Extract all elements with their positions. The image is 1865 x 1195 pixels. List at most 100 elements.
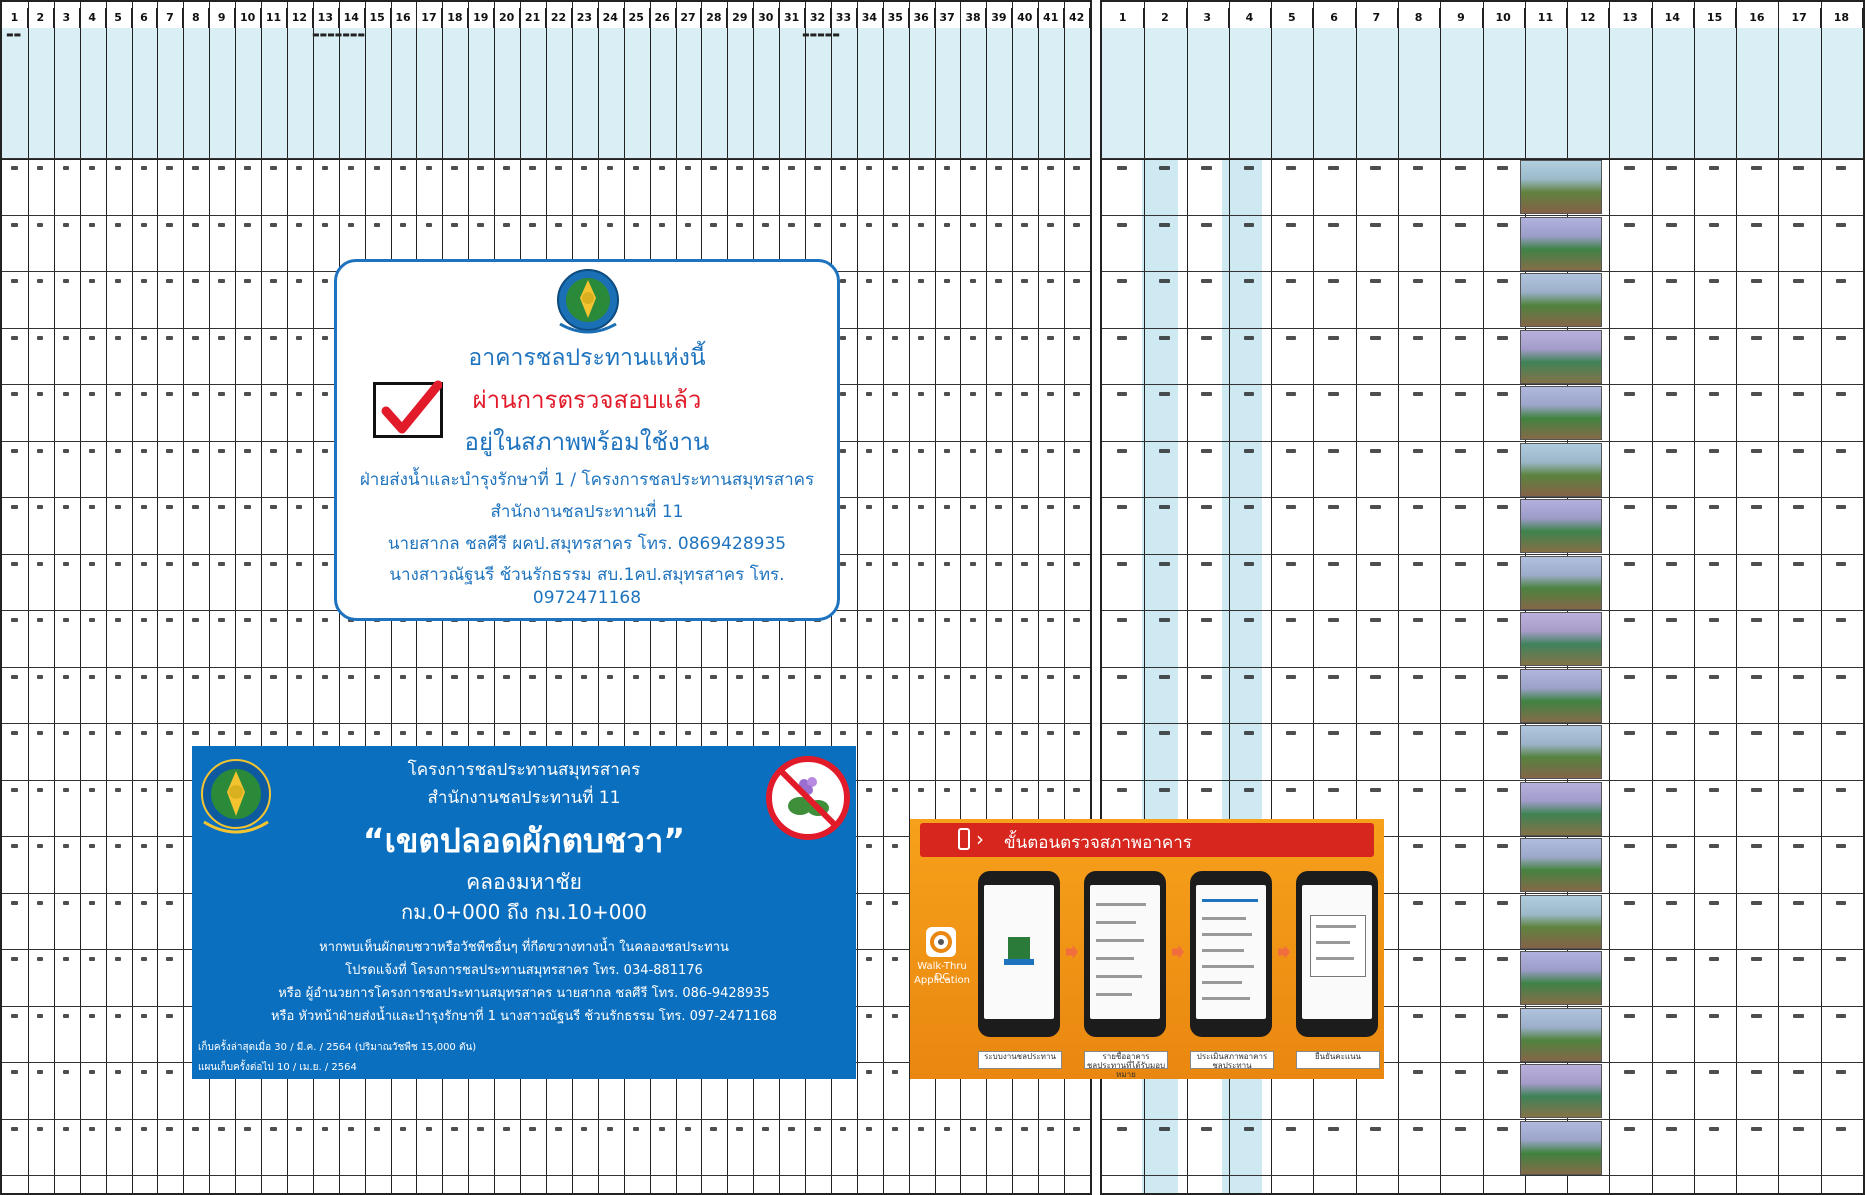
column-number: 37 xyxy=(935,8,961,28)
cell-mark xyxy=(296,392,303,396)
column-number: 19 xyxy=(468,8,495,28)
cell-mark xyxy=(1666,957,1677,961)
column-number: 39 xyxy=(986,8,1013,28)
cell-mark xyxy=(1666,561,1677,566)
cell-mark xyxy=(1073,731,1080,735)
cell-mark xyxy=(865,618,873,622)
cell-mark xyxy=(891,1013,899,1018)
cell-mark xyxy=(88,674,96,679)
cell-mark xyxy=(296,561,303,566)
cell-mark xyxy=(88,392,96,396)
cell-mark xyxy=(1328,561,1339,566)
cell-mark xyxy=(1370,561,1382,566)
cell-mark xyxy=(1328,448,1339,453)
grid-line xyxy=(1102,779,1863,781)
cell-mark xyxy=(1328,166,1339,170)
cell-mark xyxy=(1497,900,1508,905)
cell-mark xyxy=(477,1126,484,1131)
cell-mark xyxy=(62,731,70,735)
cell-mark xyxy=(1835,1070,1847,1074)
cell-mark xyxy=(140,787,148,792)
cell-mark xyxy=(1455,731,1466,735)
cell-mark xyxy=(62,505,70,509)
cell-mark xyxy=(1793,335,1804,340)
cell-mark xyxy=(891,279,899,283)
cell-mark xyxy=(11,787,18,792)
cell-mark xyxy=(1159,1126,1170,1131)
cell-mark xyxy=(943,335,951,340)
cell-mark xyxy=(1412,279,1424,283)
cell-mark xyxy=(814,674,821,679)
cell-mark xyxy=(1793,618,1804,622)
cell-mark xyxy=(1412,448,1424,453)
cell-mark xyxy=(1370,618,1382,622)
cell-mark xyxy=(114,166,122,170)
cell-mark xyxy=(1021,505,1028,509)
cell-mark xyxy=(1624,787,1635,792)
cell-mark xyxy=(88,335,96,340)
cell-mark xyxy=(1412,957,1424,961)
cell-mark xyxy=(140,674,148,679)
cell-mark xyxy=(1159,279,1170,283)
cell-mark xyxy=(1708,448,1720,453)
cell-mark xyxy=(62,957,70,961)
cell-mark xyxy=(1835,1126,1847,1131)
cell-mark xyxy=(1073,561,1080,566)
cell-mark xyxy=(373,166,381,170)
cell-mark xyxy=(969,561,976,566)
cell-mark xyxy=(1116,222,1128,227)
cell-mark xyxy=(88,900,96,905)
cell-mark xyxy=(1750,505,1762,509)
cell-mark xyxy=(891,957,899,961)
cell-mark xyxy=(1708,844,1720,848)
cell-mark xyxy=(1750,674,1762,679)
cell-mark xyxy=(840,1126,847,1131)
cell-mark xyxy=(1370,222,1382,227)
cell-mark xyxy=(1835,787,1847,792)
cell-mark xyxy=(114,787,122,792)
cell-mark xyxy=(270,674,277,679)
cell-mark xyxy=(1624,166,1635,170)
building-photo-thumbnail xyxy=(1520,725,1602,779)
cell-mark xyxy=(865,561,873,566)
cell-mark xyxy=(192,561,199,566)
cell-mark xyxy=(1835,674,1847,679)
cell-mark xyxy=(995,505,1002,509)
cell-mark xyxy=(1021,731,1028,735)
cell-mark xyxy=(62,844,70,848)
cell-mark xyxy=(1328,392,1339,396)
cell-mark xyxy=(140,731,148,735)
cell-mark xyxy=(969,731,976,735)
grid-line xyxy=(882,2,884,1193)
cell-mark xyxy=(943,392,951,396)
cell-mark xyxy=(917,222,925,227)
column-number: 7 xyxy=(157,8,184,28)
grid-line xyxy=(1736,2,1738,1193)
cell-mark xyxy=(1793,957,1804,961)
cell-mark xyxy=(477,674,484,679)
cell-mark xyxy=(1624,844,1635,848)
cell-mark xyxy=(684,731,692,735)
cell-mark xyxy=(580,166,588,170)
cell-mark xyxy=(36,957,44,961)
cell-mark xyxy=(192,279,199,283)
cell-mark xyxy=(296,335,303,340)
cell-mark xyxy=(1412,392,1424,396)
cell-mark xyxy=(1370,731,1382,735)
cell-mark xyxy=(1624,222,1635,227)
cell-mark xyxy=(1370,335,1382,340)
cell-mark xyxy=(399,731,407,735)
grid-line xyxy=(1693,2,1695,1193)
cell-mark xyxy=(891,787,899,792)
cell-mark xyxy=(865,1070,873,1074)
cell-mark xyxy=(788,166,795,170)
cell-mark xyxy=(1116,448,1128,453)
cell-mark xyxy=(1835,166,1847,170)
cell-mark xyxy=(658,731,666,735)
building-photo-thumbnail xyxy=(1520,442,1602,497)
grid-line xyxy=(1102,327,1863,329)
column-number: 16 xyxy=(391,8,417,28)
cell-mark xyxy=(425,166,432,170)
grid-line xyxy=(1651,2,1653,1193)
cell-mark xyxy=(373,731,381,735)
